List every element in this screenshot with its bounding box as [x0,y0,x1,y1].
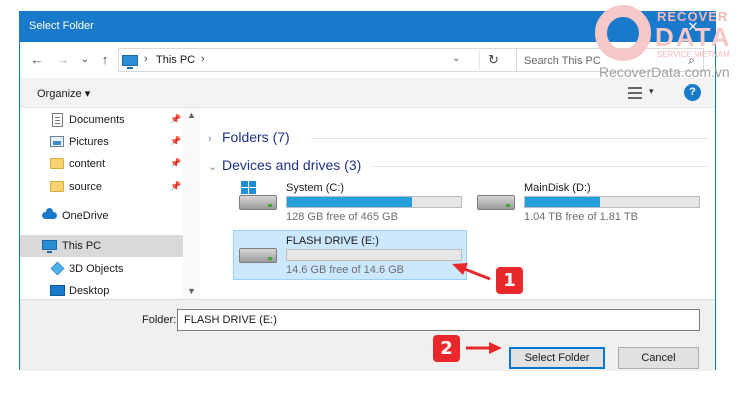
watermark-brand-main: DATA [655,22,732,52]
arrow-to-select-button [466,342,502,354]
arrow-to-flash-drive [452,263,491,281]
watermark-url: RecoverData.com.vn [599,64,730,80]
watermark-tagline: SERVICE VIETNAM [657,50,730,59]
step-2-badge: 2 [433,335,460,362]
step-1-badge: 1 [496,267,523,294]
recoverdata-watermark: RECOVER DATA SERVICE VIETNAM RecoverData… [595,0,742,84]
watermark-logo-icon [595,5,651,61]
